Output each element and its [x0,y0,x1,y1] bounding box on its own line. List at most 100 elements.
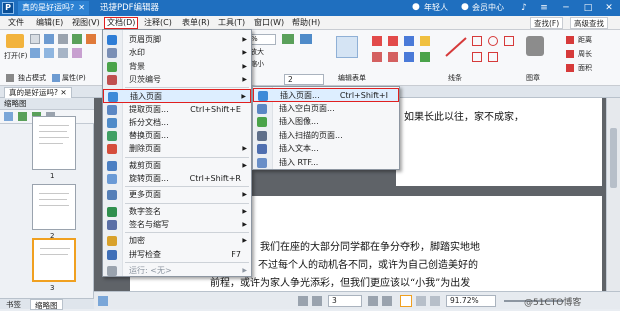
open-folder-icon[interactable] [6,34,24,48]
find-button[interactable]: 查找(F) [530,17,564,29]
edit-text-icon[interactable] [72,48,82,58]
advanced-find-button[interactable]: 高级查找 [570,17,608,29]
document-menu-item-5[interactable]: 提取页面... Ctrl+Shift+E [103,103,251,117]
menu-form[interactable]: 表单(R) [180,17,212,29]
member-center-link[interactable]: 会员中心 [472,1,504,15]
scrollbar-thumb[interactable] [610,128,617,188]
page-thumbnail-3[interactable] [32,238,76,282]
insert-submenu-item-1[interactable]: 插入空白页面... [253,102,399,116]
single-page-icon[interactable] [400,295,412,307]
last-page-icon[interactable] [382,296,392,306]
attach-icon[interactable] [420,52,430,62]
note-icon[interactable] [420,36,430,46]
strikeout-icon[interactable] [404,36,414,46]
callout-icon[interactable] [388,52,398,62]
document-menu-item-1[interactable]: 水印 ▶ [103,46,251,60]
menu-document[interactable]: 文档(D) [104,17,139,29]
thumbnails-tab[interactable]: 缩略图 [30,299,63,310]
prev-page-icon[interactable] [312,296,322,306]
underline-icon[interactable] [388,36,398,46]
distance-button[interactable]: 距离 [578,36,592,45]
rectangle-tool-icon[interactable] [472,36,482,46]
document-menu-item-10[interactable]: 旋转页面... Ctrl+Shift+R [103,172,251,186]
document-menu-item-11[interactable]: 更多页面 ▶ [103,188,251,202]
close-document-tab-icon[interactable]: ✕ [60,88,66,97]
menu-window[interactable]: 窗口(W) [252,17,286,29]
text-box-icon[interactable] [372,52,382,62]
bookmarks-tab[interactable]: 书签 [2,299,25,310]
page-thumbnail-2[interactable] [32,184,76,230]
bell-icon[interactable]: ♪ [518,2,530,14]
document-menu-item-3[interactable]: 贝茨编号 ▶ [103,73,251,87]
print-icon[interactable] [58,34,68,44]
user-name[interactable]: 年轻人 [424,1,448,15]
document-menu-item-9[interactable]: 裁剪页面 ▶ [103,159,251,173]
fit-width-icon[interactable] [300,34,312,44]
cloud-tool-icon[interactable] [472,52,482,62]
insert-submenu-item-3[interactable]: 插入扫描的页面... [253,129,399,143]
open-button-label[interactable]: 打开(F) [4,52,28,61]
zoom-out-button[interactable]: 缩小 [250,60,264,69]
close-icon[interactable]: ✕ [603,2,615,14]
document-menu-item-12[interactable]: 数字签名 ▶ [103,205,251,219]
thumb-option-icon[interactable] [4,112,13,121]
continuous-icon[interactable] [416,296,426,306]
page-number-input[interactable]: 2 [284,74,324,85]
settings-icon[interactable] [98,296,108,306]
properties-icon[interactable] [52,74,60,82]
document-menu-item-0[interactable]: 页眉页脚 ▶ [103,33,251,47]
document-menu-item-7[interactable]: 替换页面... [103,129,251,143]
ellipse-tool-icon[interactable] [488,36,498,46]
insert-submenu-item-4[interactable]: 插入文本... [253,142,399,156]
line-tool-icon[interactable] [444,36,468,58]
menu-view[interactable]: 视图(V) [70,17,102,29]
document-tab[interactable]: 真的是好运吗? ✕ [4,87,72,98]
page-thumbnail-1[interactable] [32,116,76,170]
document-menu-item-13[interactable]: 签名与缩写 ▶ [103,218,251,232]
first-page-icon[interactable] [298,296,308,306]
vertical-scrollbar[interactable] [606,98,620,291]
properties-button[interactable]: 属性(P) [62,74,86,83]
facing-icon[interactable] [430,296,440,306]
solo-mode-button[interactable]: 独占模式 [18,74,46,83]
menu-edit[interactable]: 编辑(E) [34,17,65,29]
snapshot-icon[interactable] [58,48,68,58]
distance-icon[interactable] [566,36,574,44]
insert-submenu-item-5[interactable]: 插入 RTF... [253,156,399,170]
document-menu-item-6[interactable]: 拆分文档... [103,116,251,130]
thumb-zoom-in-icon[interactable] [18,112,27,121]
polyline-tool-icon[interactable] [488,52,498,62]
solo-mode-icon[interactable] [6,74,14,82]
select-icon[interactable] [44,48,54,58]
hand-icon[interactable] [30,48,40,58]
fit-page-icon[interactable] [282,34,294,44]
document-menu-item-14[interactable]: 加密 ▶ [103,234,251,248]
edit-form-button[interactable]: 编辑表单 [338,74,366,83]
undo-icon[interactable] [86,34,96,44]
status-page-input[interactable]: 3 [328,295,362,307]
highlight-icon[interactable] [372,36,382,46]
next-page-icon[interactable] [368,296,378,306]
menu-file[interactable]: 文件 [6,17,26,29]
zoom-select[interactable]: % [250,34,276,45]
save-icon[interactable] [44,34,54,44]
document-menu-item-2[interactable]: 背景 ▶ [103,60,251,74]
email-icon[interactable] [72,34,82,44]
perimeter-button[interactable]: 周长 [578,50,592,59]
maximize-icon[interactable]: □ [582,2,594,14]
minimize-icon[interactable]: ─ [560,2,572,14]
zoom-in-button[interactable]: 放大 [250,48,264,57]
edit-form-icon[interactable] [336,36,358,58]
close-tab-icon[interactable]: ✕ [78,3,85,12]
menu-comment[interactable]: 注释(C) [142,17,174,29]
stamp-button[interactable]: 图章 [526,74,540,83]
area-button[interactable]: 面积 [578,64,592,73]
title-doc-tab[interactable]: 真的是好运吗? ✕ [18,1,89,15]
menu-tools[interactable]: 工具(T) [216,17,247,29]
document-menu-item-4[interactable]: 插入页面 ▶ [103,89,251,104]
document-menu-item-15[interactable]: 拼写检查 F7 [103,248,251,262]
new-icon[interactable] [30,34,40,44]
insert-submenu-item-0[interactable]: 插入页面... Ctrl+Shift+I [253,88,399,102]
zoom-level-select[interactable]: 91.72% [446,295,496,307]
document-menu-item-8[interactable]: 删除页面 ▶ [103,142,251,156]
